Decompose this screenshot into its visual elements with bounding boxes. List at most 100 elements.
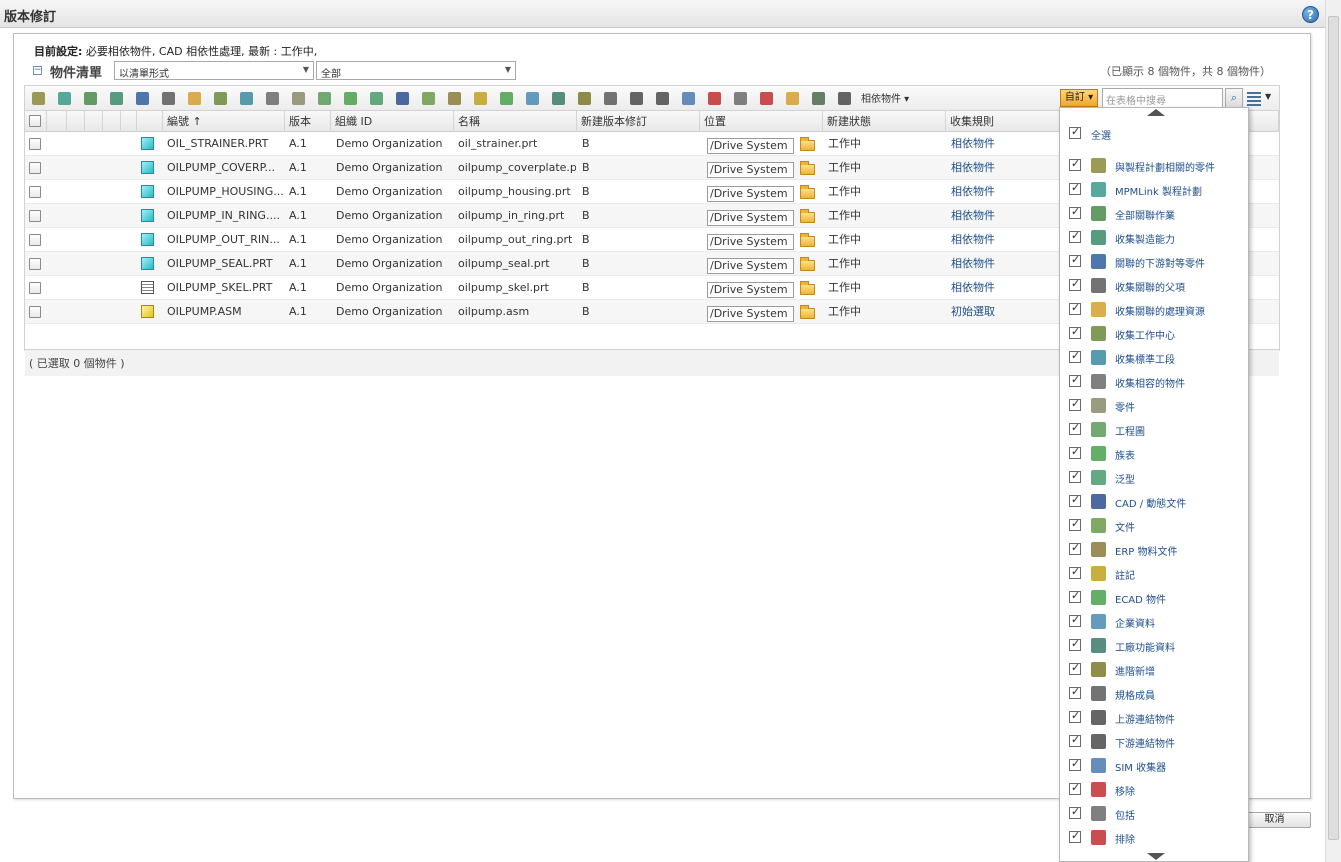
scroll-down-icon[interactable] <box>1147 853 1165 860</box>
checkbox-checked[interactable] <box>1069 541 1081 555</box>
filter-option[interactable]: 排除 <box>1060 826 1248 850</box>
row-checkbox[interactable] <box>29 258 41 270</box>
location-field[interactable]: /Drive System <box>707 162 794 178</box>
filter-option[interactable]: 註記 <box>1060 562 1248 586</box>
cell-collection-rule[interactable]: 相依物件 <box>951 276 1061 300</box>
row-checkbox[interactable] <box>29 138 41 150</box>
upstream-link-icon[interactable] <box>629 91 645 107</box>
checkbox-checked[interactable] <box>1069 325 1081 339</box>
remove-icon[interactable] <box>707 91 723 107</box>
checkbox-checked[interactable] <box>1069 493 1081 507</box>
spec-member-icon[interactable] <box>603 91 619 107</box>
custom-filter-button[interactable]: 自訂 ▾ <box>1060 89 1098 107</box>
downstream-link-icon[interactable] <box>655 91 671 107</box>
cell-collection-rule[interactable]: 相依物件 <box>951 252 1061 276</box>
scrollbar-thumb[interactable] <box>1328 16 1339 840</box>
gear-icon[interactable] <box>31 91 47 107</box>
cell-collection-rule[interactable]: 相依物件 <box>951 180 1061 204</box>
checkbox-checked[interactable] <box>1069 301 1081 315</box>
cell-number[interactable]: OILPUMP_IN_RING.... <box>167 204 283 228</box>
all-operations-icon[interactable] <box>83 91 99 107</box>
filter-option[interactable]: 規格成員 <box>1060 682 1248 706</box>
filter-option[interactable]: 收集工作中心 <box>1060 322 1248 346</box>
row-checkbox[interactable] <box>29 162 41 174</box>
location-field[interactable]: /Drive System <box>707 234 794 250</box>
edit-checklist-icon[interactable] <box>811 91 827 107</box>
filter-option[interactable]: 零件 <box>1060 394 1248 418</box>
view-mode-select[interactable]: 以清單形式 ▼ <box>114 61 314 80</box>
filter-option[interactable]: MPMLink 製程計劃 <box>1060 178 1248 202</box>
location-field[interactable]: /Drive System <box>707 282 794 298</box>
folder-icon[interactable] <box>800 305 815 319</box>
checkbox-checked[interactable] <box>1069 637 1081 651</box>
refresh-icon[interactable] <box>837 91 853 107</box>
cell-number[interactable]: OILPUMP_SKEL.PRT <box>167 276 283 300</box>
folder-icon[interactable] <box>800 209 815 223</box>
filter-option[interactable]: ECAD 物件 <box>1060 586 1248 610</box>
capability-icon[interactable] <box>109 91 125 107</box>
dependents-menu[interactable]: 相依物件 ▾ <box>861 90 909 105</box>
drawing-icon[interactable] <box>317 91 333 107</box>
checkbox-checked[interactable] <box>1069 373 1081 387</box>
process-resource-icon[interactable] <box>187 91 203 107</box>
ecad-icon[interactable] <box>499 91 515 107</box>
search-icon[interactable]: ⌕ <box>1225 88 1243 108</box>
filter-option[interactable]: 泛型 <box>1060 466 1248 490</box>
table-search-input[interactable]: 在表格中搜尋 <box>1102 88 1223 108</box>
chevron-down-icon[interactable]: ▼ <box>1265 92 1271 101</box>
column-org-id[interactable]: 組織 ID <box>331 111 454 132</box>
checkbox-checked[interactable] <box>1069 421 1081 435</box>
filter-option[interactable]: 進階新增 <box>1060 658 1248 682</box>
checkbox-checked[interactable] <box>1069 349 1081 363</box>
row-checkbox[interactable] <box>29 306 41 318</box>
checkbox-checked[interactable] <box>1069 661 1081 675</box>
select-all-option[interactable]: 全選 <box>1060 122 1248 146</box>
folder-icon[interactable] <box>800 281 815 295</box>
checkbox-checked[interactable] <box>1069 157 1081 171</box>
cell-number[interactable]: OILPUMP_OUT_RIN... <box>167 228 283 252</box>
cell-number[interactable]: OILPUMP_COVERP... <box>167 156 283 180</box>
cell-collection-rule[interactable]: 相依物件 <box>951 204 1061 228</box>
table-view-icon[interactable] <box>1247 90 1261 107</box>
scroll-up-icon[interactable] <box>1147 109 1165 116</box>
folder-icon[interactable] <box>800 137 815 151</box>
compatible-object-icon[interactable] <box>265 91 281 107</box>
document-icon[interactable] <box>421 91 437 107</box>
sim-collector-icon[interactable] <box>681 91 697 107</box>
filter-option[interactable]: 上游連結物件 <box>1060 706 1248 730</box>
filter-option[interactable]: SIM 收集器 <box>1060 754 1248 778</box>
mpm-plan-icon[interactable] <box>57 91 73 107</box>
exclude-icon[interactable] <box>759 91 775 107</box>
row-checkbox[interactable] <box>29 210 41 222</box>
row-checkbox[interactable] <box>29 282 41 294</box>
part-icon[interactable] <box>291 91 307 107</box>
checkbox-checked[interactable] <box>1069 469 1081 483</box>
downstream-equivalent-icon[interactable] <box>135 91 151 107</box>
filter-option[interactable]: 下游連結物件 <box>1060 730 1248 754</box>
filter-option[interactable]: 工程圖 <box>1060 418 1248 442</box>
page-scrollbar[interactable] <box>1325 0 1341 862</box>
advanced-add-icon[interactable] <box>577 91 593 107</box>
work-center-icon[interactable] <box>213 91 229 107</box>
family-table-icon[interactable] <box>343 91 359 107</box>
filter-option[interactable]: 移除 <box>1060 778 1248 802</box>
include-icon[interactable] <box>733 91 749 107</box>
cell-number[interactable]: OILPUMP.ASM <box>167 300 283 324</box>
generic-icon[interactable] <box>369 91 385 107</box>
parent-icon[interactable] <box>161 91 177 107</box>
filter-option[interactable]: 收集相容的物件 <box>1060 370 1248 394</box>
help-icon[interactable]: ? <box>1302 6 1319 23</box>
folder-icon[interactable] <box>800 257 815 271</box>
filter-option[interactable]: 收集關聯的父項 <box>1060 274 1248 298</box>
column-name[interactable]: 名稱 <box>454 111 577 132</box>
row-checkbox[interactable] <box>29 186 41 198</box>
cell-collection-rule[interactable]: 相依物件 <box>951 132 1061 156</box>
cell-collection-rule[interactable]: 相依物件 <box>951 228 1061 252</box>
checkbox-checked[interactable] <box>1069 445 1081 459</box>
column-number[interactable]: 編號 ↑ <box>163 111 285 132</box>
filter-select[interactable]: 全部 ▼ <box>316 61 516 80</box>
folder-icon[interactable] <box>800 185 815 199</box>
location-field[interactable]: /Drive System <box>707 138 794 154</box>
column-version[interactable]: 版本 <box>285 111 331 132</box>
cell-number[interactable]: OILPUMP_SEAL.PRT <box>167 252 283 276</box>
